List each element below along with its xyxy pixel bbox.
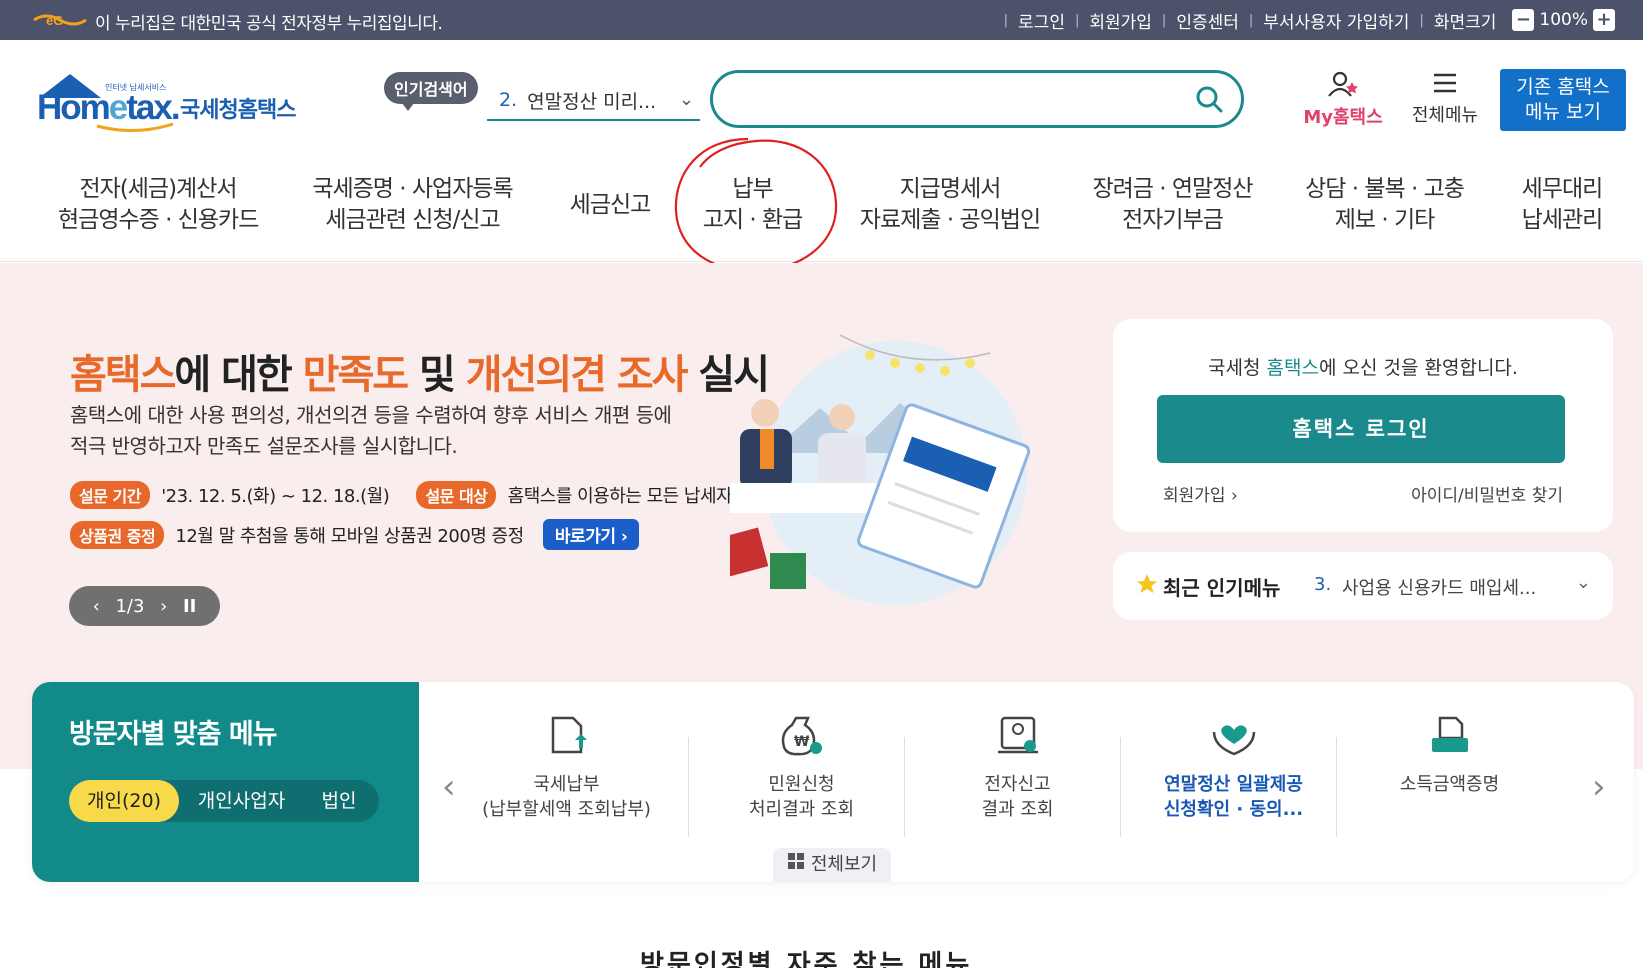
menu-tax-payment[interactable]: 국세납부 (납부할세액 조회납부): [454, 714, 679, 822]
signup-link-card[interactable]: 회원가입 ›: [1163, 481, 1238, 506]
nav-item-certificates[interactable]: 국세증명 · 사업자등록 세금관련 신청/신고: [310, 174, 515, 236]
period-badge: 설문 기간: [70, 481, 150, 509]
prev-slide-icon[interactable]: ‹: [93, 596, 100, 617]
legacy-menu-button[interactable]: 기존 홈택스 메뉴 보기: [1500, 69, 1626, 131]
printer-document-icon: [1431, 716, 1468, 752]
nav-item-e-invoice[interactable]: 전자(세금)계산서 현금영수증 · 신용카드: [58, 174, 259, 236]
chevron-down-icon: ⌄: [1575, 572, 1591, 593]
hamburger-icon: [1434, 73, 1456, 93]
user-icon: [1328, 71, 1358, 97]
heart-hands-icon: [1212, 725, 1255, 756]
login-link[interactable]: 로그인: [1018, 8, 1065, 33]
screen-size-label: 화면크기: [1433, 12, 1497, 33]
my-hometax-button[interactable]: My홈택스: [1300, 70, 1386, 129]
gov-notice: 이 누리집은 대한민국 공식 전자정부 누리집입니다.: [95, 14, 443, 34]
find-id-password-link[interactable]: 아이디/비밀번호 찾기: [1411, 481, 1563, 506]
menu-civil-petition[interactable]: ₩ 민원신청 처리결과 조회: [689, 714, 914, 822]
visitor-menu-panel: 방문자별 맞춤 메뉴 개인(20) 개인사업자 법인 ‹ 국세납부 (납부할세액 …: [32, 682, 1634, 882]
nav-item-tax-agent[interactable]: 세무대리 납세관리: [1512, 174, 1612, 236]
chevron-down-icon: ⌄: [678, 89, 694, 110]
dept-signup-link[interactable]: 부서사용자 가입하기: [1263, 8, 1409, 33]
view-all-button[interactable]: 전체보기: [773, 848, 891, 882]
visitor-tabs: 개인(20) 개인사업자 법인: [69, 780, 379, 822]
target-badge: 설문 대상: [416, 481, 497, 509]
tab-corporation[interactable]: 법인: [304, 780, 374, 822]
cert-center-link[interactable]: 인증센터: [1176, 8, 1239, 33]
popular-menu-select[interactable]: 최근 인기메뉴 3. 사업용 신용카드 매입세... ⌄: [1113, 552, 1613, 620]
tab-individual[interactable]: 개인(20): [69, 780, 179, 822]
section-title-peek: 방문인정별 자주 찾는 메뉴: [640, 950, 973, 968]
red-hand-drawn-circle: [674, 137, 838, 273]
banner-title: 홈택스에 대한 만족도 및 개선의견 조사 실시: [70, 352, 770, 398]
target-value: 홈택스를 이용하는 모든 납세자: [507, 486, 733, 507]
gov-emblem-icon: eG: [33, 13, 87, 28]
banner-gift-info: 상품권 증정 12월 말 추첨을 통해 모바일 상품권 200명 증정 바로가기…: [70, 519, 640, 550]
svg-text:₩: ₩: [794, 734, 810, 750]
menu-year-end-settlement[interactable]: 연말정산 일괄제공 신청확인 · 동의...: [1121, 714, 1346, 822]
period-value: '23. 12. 5.(화) ~ 12. 18.(월): [161, 486, 390, 507]
svg-text:eG: eG: [46, 13, 63, 28]
banner-description: 홈택스에 대한 사용 편의성, 개선의견 등을 수렴하여 향후 서비스 개편 등…: [70, 403, 672, 458]
nav-item-incentives[interactable]: 장려금 · 연말정산 전자기부금: [1090, 174, 1255, 236]
tab-sole-proprietor[interactable]: 개인사업자: [184, 780, 299, 822]
zoom-in-button[interactable]: +: [1593, 9, 1615, 31]
visitor-menu-title: 방문자별 맞춤 메뉴: [69, 719, 278, 750]
logo-korean-name: 국세청홈택스: [180, 98, 296, 123]
gift-value: 12월 말 추첨을 통해 모바일 상품권 200명 증정: [175, 526, 524, 547]
banner-illustration: [730, 334, 1031, 605]
banner-survey-info: 설문 기간 '23. 12. 5.(화) ~ 12. 18.(월) 설문 대상 …: [70, 481, 733, 509]
visitor-menu-header: 방문자별 맞춤 메뉴 개인(20) 개인사업자 법인: [32, 682, 419, 882]
search-box: [710, 70, 1244, 128]
hometax-logo[interactable]: 인터넷 납세서비스 Hometax. 국세청홈택스: [35, 70, 305, 134]
menu-e-filing-result[interactable]: 전자신고 결과 조회: [905, 714, 1130, 822]
grid-icon: [787, 848, 805, 882]
logo-swoosh-icon: [96, 122, 174, 133]
popular-search-select[interactable]: 2. 연말정산 미리... ⌄: [487, 81, 700, 121]
banner-pager: ‹ 1/3 › II: [69, 586, 220, 626]
go-button[interactable]: 바로가기 ›: [542, 519, 640, 550]
slide-counter: 1/3: [115, 595, 145, 617]
monitor-user-icon: [997, 716, 1038, 754]
next-slide-icon[interactable]: ›: [160, 596, 167, 617]
search-input[interactable]: [737, 83, 1177, 115]
star-icon: [1137, 574, 1157, 593]
money-bag-icon: ₩: [781, 716, 822, 756]
login-card: 국세청 홈택스에 오신 것을 환영합니다. 홈택스 로그인 회원가입 › 아이디…: [1113, 319, 1613, 532]
menu-income-certificate[interactable]: 소득금액증명: [1337, 714, 1562, 797]
carousel-next-icon[interactable]: ›: [1592, 767, 1606, 807]
utility-links: | 로그인 | 회원가입 | 인증센터 | 부서사용자 가입하기 | 화면크기 − 10…: [994, 0, 1615, 40]
nav-item-tax-filing[interactable]: 세금신고: [560, 190, 660, 221]
gov-bar: eG 이 누리집은 대한민국 공식 전자정부 누리집입니다. | 로그인 | 회원…: [0, 0, 1643, 40]
popular-menu-value: 사업용 신용카드 매입세...: [1342, 578, 1537, 599]
search-icon[interactable]: [1195, 85, 1223, 113]
zoom-out-button[interactable]: −: [1512, 9, 1535, 31]
gift-badge: 상품권 증정: [70, 521, 165, 549]
nav-item-consultation[interactable]: 상담 · 불복 · 고충 제보 · 기타: [1302, 174, 1467, 236]
popular-search-badge: 인기검색어: [384, 72, 478, 111]
nav-item-payment-statement[interactable]: 지급명세서 자료제출 · 공익법인: [855, 174, 1045, 236]
login-button[interactable]: 홈택스 로그인: [1157, 395, 1565, 463]
signup-link[interactable]: 회원가입: [1089, 8, 1152, 33]
popular-search-value: 연말정산 미리...: [527, 90, 657, 113]
zoom-level: 100%: [1539, 10, 1588, 30]
all-menu-button[interactable]: 전체메뉴: [1405, 70, 1485, 127]
welcome-message: 국세청 홈택스에 오신 것을 환영합니다.: [1208, 357, 1518, 379]
document-upload-icon: [551, 716, 587, 754]
pause-icon[interactable]: II: [183, 596, 196, 617]
